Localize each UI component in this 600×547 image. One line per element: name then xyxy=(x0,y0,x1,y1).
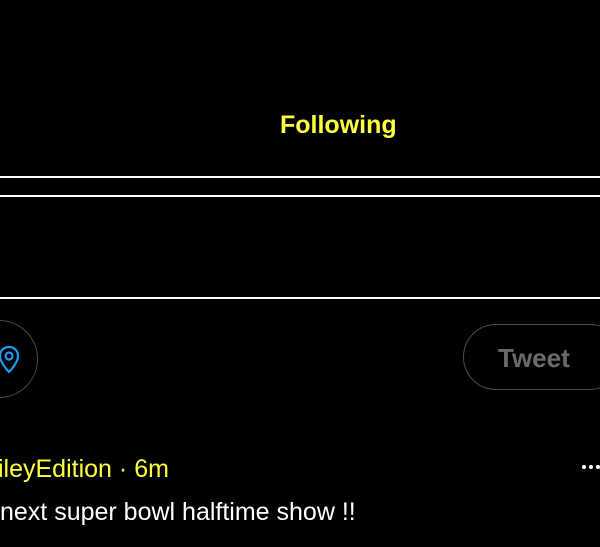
post-meta-separator: · xyxy=(118,455,128,483)
tweet-button-label: Tweet xyxy=(498,343,570,373)
post-timestamp[interactable]: 6m xyxy=(134,455,169,483)
post-meta: ileyEdition · 6m xyxy=(0,455,169,484)
compose-tweet-area[interactable] xyxy=(0,197,600,297)
post-text: next super bowl halftime show !! xyxy=(0,498,356,526)
tab-following[interactable]: Following xyxy=(280,111,397,140)
location-button[interactable] xyxy=(0,320,38,398)
tweet-button[interactable]: Tweet xyxy=(463,324,600,390)
more-horizontal-icon[interactable] xyxy=(580,456,600,476)
tab-underline-divider xyxy=(0,176,600,178)
twitter-feed-page: Following Tweet ileyEdition · 6m next su… xyxy=(0,0,600,547)
post-author-name[interactable]: ileyEdition xyxy=(0,455,112,483)
composer-bottom-divider xyxy=(0,297,600,299)
location-pin-icon xyxy=(0,345,20,374)
